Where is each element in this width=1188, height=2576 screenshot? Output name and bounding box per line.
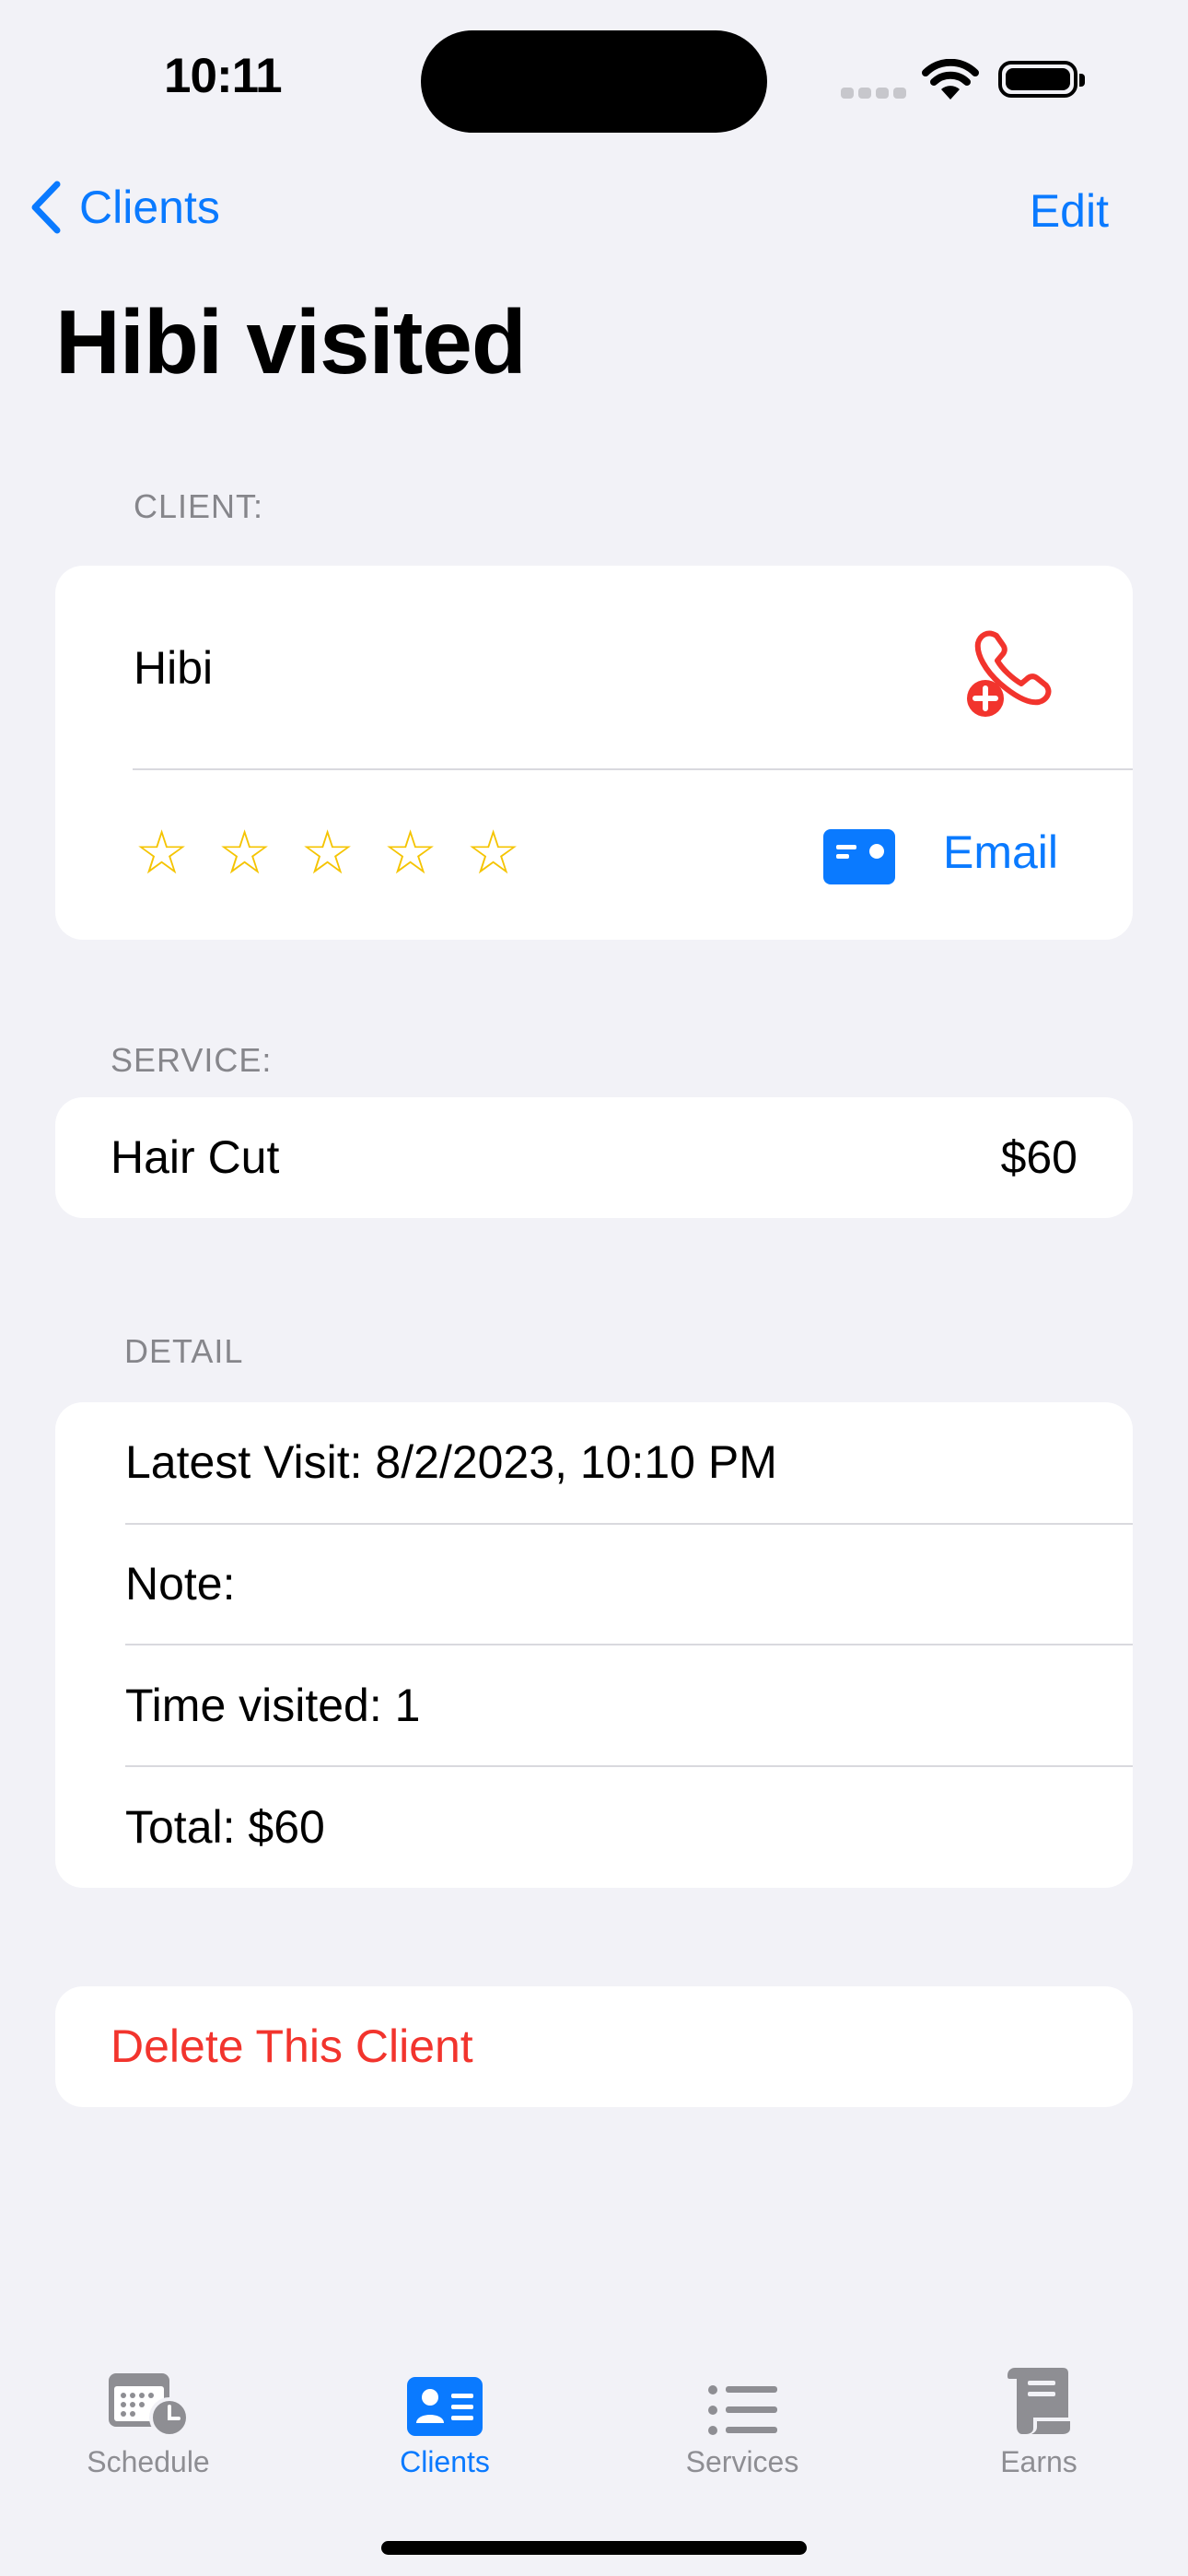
star-icon[interactable]: ☆ [383,822,466,883]
detail-card: Latest Visit: 8/2/2023, 10:10 PM Note: T… [55,1402,1133,1888]
service-section-label: SERVICE: [111,1041,273,1079]
home-indicator[interactable] [381,2541,807,2555]
latest-visit-row: Latest Visit: 8/2/2023, 10:10 PM [125,1436,777,1488]
chevron-left-icon [31,181,61,234]
battery-icon [998,61,1085,98]
total-row: Total: $60 [125,1801,325,1853]
wifi-icon [921,58,980,106]
calendar-clock-icon [109,2373,190,2436]
scroll-icon [1007,2368,1070,2434]
tab-schedule-label: Schedule [87,2445,210,2478]
back-button-label: Clients [79,181,220,233]
delete-client-button[interactable]: Delete This Client [55,1986,1133,2107]
email-button[interactable]: Email [943,825,1058,879]
dynamic-island [421,30,767,133]
detail-separator [125,1644,1133,1645]
back-button[interactable]: Clients [29,181,220,234]
tab-clients[interactable]: Clients [325,2359,565,2479]
star-icon[interactable]: ☆ [466,822,549,883]
tab-schedule[interactable]: Schedule [29,2359,268,2479]
contact-card-icon[interactable] [823,829,895,889]
tab-clients-label: Clients [400,2445,490,2478]
tab-earns[interactable]: Earns [919,2359,1159,2479]
detail-separator [125,1523,1133,1525]
person-card-icon [407,2377,483,2436]
note-row: Note: [125,1558,236,1610]
edit-button[interactable]: Edit [1030,184,1109,238]
service-card[interactable]: Hair Cut $60 [55,1097,1133,1218]
tab-services-label: Services [685,2445,799,2478]
tab-services[interactable]: Services [623,2359,862,2479]
star-icon[interactable]: ☆ [217,822,300,883]
client-section-label: CLIENT: [134,487,264,525]
client-card-separator [133,768,1133,770]
detail-separator [125,1765,1133,1767]
delete-client-label: Delete This Client [111,2020,473,2072]
rating-stars[interactable]: ☆ ☆ ☆ ☆ ☆ [134,822,549,883]
tab-earns-label: Earns [1000,2445,1077,2478]
service-name: Hair Cut [111,1131,280,1183]
status-time: 10:11 [164,49,283,103]
star-icon[interactable]: ☆ [300,822,383,883]
page-title: Hibi visited [55,291,527,392]
list-icon [708,2385,777,2435]
client-name: Hibi [134,642,214,694]
cellular-signal-icon [841,87,911,103]
time-visited-row: Time visited: 1 [125,1680,421,1731]
client-card: Hibi ☆ ☆ ☆ ☆ ☆ Email [55,566,1133,940]
service-price: $60 [1000,1131,1077,1183]
phone-add-icon[interactable] [960,623,1061,729]
star-icon[interactable]: ☆ [134,822,217,883]
detail-section-label: DETAIL [124,1332,244,1370]
